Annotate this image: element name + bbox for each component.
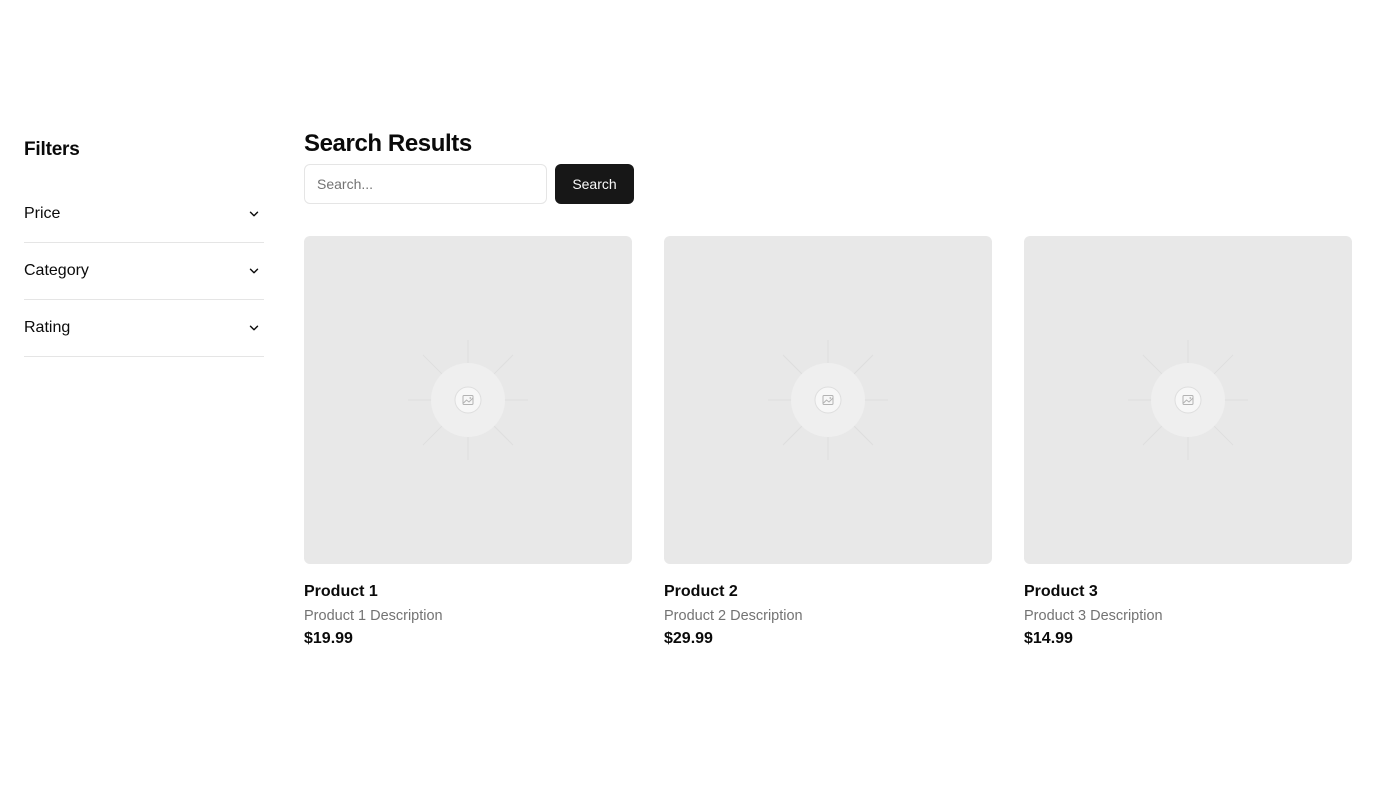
product-card[interactable]: Product 1 Product 1 Description $19.99: [304, 236, 632, 649]
product-description: Product 1 Description: [304, 608, 443, 624]
product-image[interactable]: [304, 236, 632, 564]
search-bar: Search: [304, 164, 1352, 204]
filter-label: Rating: [24, 319, 71, 336]
product-image[interactable]: [664, 236, 992, 564]
product-price: $29.99: [664, 630, 713, 647]
product-grid: Product 1 Product 1 Description $19.99 P…: [304, 236, 1352, 649]
filter-list: Price Category Rating: [24, 186, 264, 357]
filter-label: Category: [24, 262, 89, 279]
search-button[interactable]: Search: [555, 164, 634, 204]
main-content: Search Results Search... Search Product …: [304, 128, 1352, 649]
image-placeholder-icon: [1128, 340, 1248, 460]
product-description: Product 3 Description: [1024, 608, 1163, 624]
product-name[interactable]: Product 3: [1024, 582, 1352, 602]
search-input[interactable]: [304, 164, 547, 204]
filter-label: Price: [24, 205, 61, 222]
product-card[interactable]: Product 3 Product 3 Description $14.99: [1024, 236, 1352, 649]
page-title: Search Results: [304, 130, 472, 157]
filter-category[interactable]: Category: [24, 243, 264, 300]
sidebar-title: Filters: [24, 139, 80, 160]
product-description: Product 2 Description: [664, 608, 803, 624]
page: Filters Price Category Rating Search Res…: [0, 0, 1376, 796]
image-placeholder-icon: [408, 340, 528, 460]
filter-price[interactable]: Price: [24, 186, 264, 243]
product-image[interactable]: [1024, 236, 1352, 564]
filter-rating[interactable]: Rating: [24, 300, 264, 357]
filters-sidebar: Filters Price Category Rating: [24, 136, 264, 357]
product-price: $19.99: [304, 630, 353, 647]
chevron-down-icon: [246, 206, 262, 222]
chevron-down-icon: [246, 320, 262, 336]
image-placeholder-icon: [768, 340, 888, 460]
chevron-down-icon: [246, 263, 262, 279]
product-name[interactable]: Product 1: [304, 582, 632, 602]
product-name[interactable]: Product 2: [664, 582, 992, 602]
product-card[interactable]: Product 2 Product 2 Description $29.99: [664, 236, 992, 649]
product-price: $14.99: [1024, 630, 1073, 647]
